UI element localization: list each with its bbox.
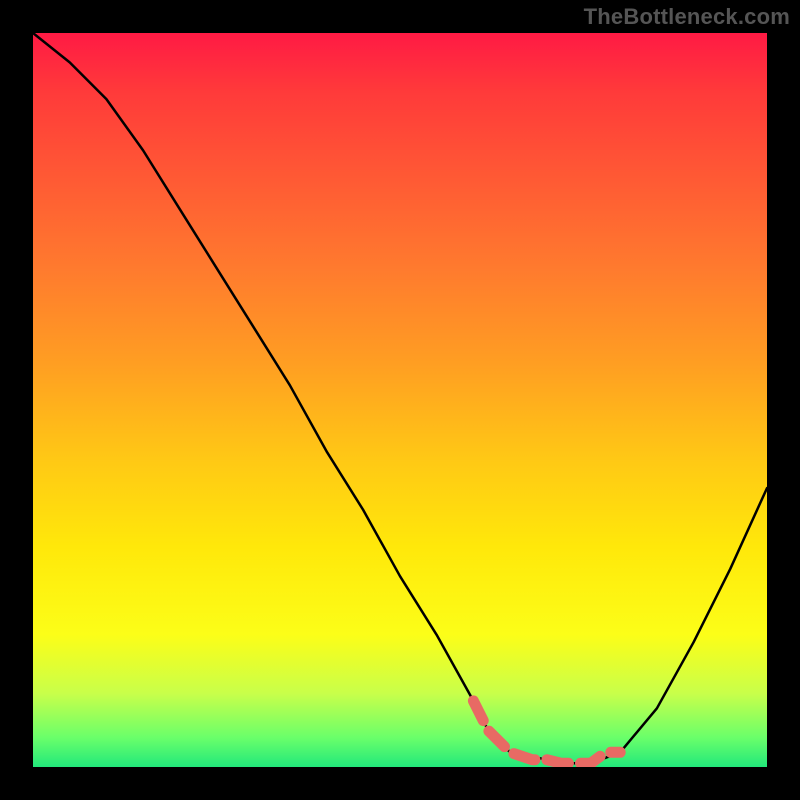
watermark-text: TheBottleneck.com [584, 4, 790, 30]
chart-frame: TheBottleneck.com [0, 0, 800, 800]
main-curve [33, 33, 767, 763]
chart-svg [33, 33, 767, 767]
plot-area [33, 33, 767, 767]
highlight-segment [473, 701, 620, 763]
